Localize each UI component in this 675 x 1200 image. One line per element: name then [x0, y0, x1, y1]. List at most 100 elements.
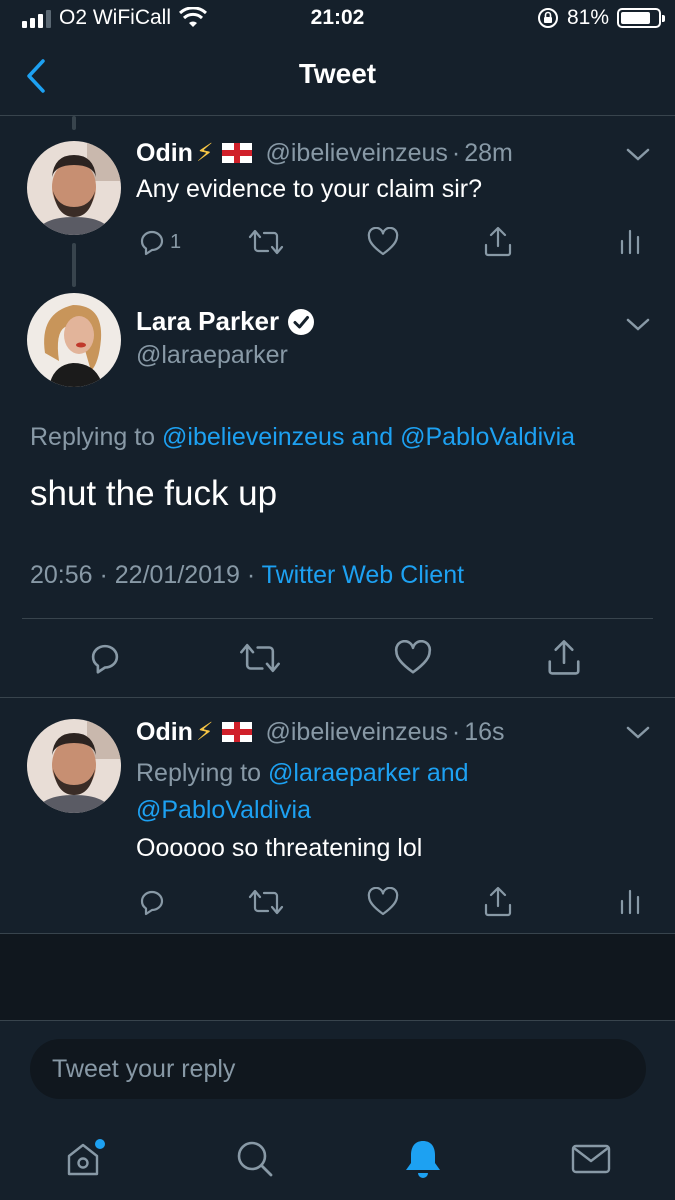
nav-bar: Tweet: [0, 38, 675, 116]
thread-line: [72, 243, 76, 287]
lightning-emoji: ⚡: [195, 139, 214, 167]
like-button[interactable]: [367, 222, 399, 262]
tab-search[interactable]: [232, 1136, 278, 1182]
tab-bar: [0, 1126, 675, 1200]
messages-icon: [571, 1144, 611, 1174]
battery-fill: [621, 12, 651, 24]
orientation-lock-icon: [537, 8, 558, 28]
mention-link[interactable]: @laraeparker: [268, 759, 420, 787]
avatar[interactable]: [27, 141, 121, 235]
replying-prefix: Replying to: [136, 759, 262, 787]
home-icon: [67, 1139, 105, 1176]
chevron-down-icon[interactable]: [624, 146, 652, 164]
replying-and[interactable]: and: [351, 423, 393, 451]
mention-link[interactable]: @PabloValdivia: [136, 796, 311, 824]
tweet-header: Odin ⚡ @ibelieveinzeus · 28m: [136, 138, 513, 168]
reply-button[interactable]: [86, 638, 124, 678]
bottom-area: [0, 1020, 675, 1200]
mention-link[interactable]: @ibelieveinzeus: [162, 423, 344, 451]
battery-icon: [617, 8, 665, 28]
retweet-button[interactable]: [248, 222, 284, 262]
tab-messages[interactable]: [568, 1136, 614, 1182]
author-name[interactable]: Odin: [136, 718, 193, 747]
tweet-time: 28m: [464, 138, 513, 167]
tweet-meta: 20:56 · 22/01/2019 · Twitter Web Client: [30, 561, 464, 590]
analytics-icon: [620, 229, 640, 255]
replying-prefix: Replying to: [30, 423, 156, 451]
notifications-icon: [406, 1141, 440, 1178]
reply-input[interactable]: [30, 1039, 646, 1099]
screen: O2 WiFiCall 21:02 81% Tweet Odin ⚡ @ibel…: [0, 0, 675, 1200]
search-icon: [237, 1141, 273, 1177]
england-flag-icon: [221, 143, 252, 163]
share-icon: [484, 886, 512, 917]
tweet-header: Lara Parker: [136, 306, 315, 337]
status-bar: O2 WiFiCall 21:02 81%: [0, 0, 675, 38]
main-tweet-actions: [86, 638, 596, 678]
analytics-button[interactable]: [618, 222, 642, 262]
reply-icon: [140, 890, 164, 916]
retweet-icon: [248, 229, 284, 255]
author-name[interactable]: Odin: [136, 139, 193, 168]
reply-count: 1: [170, 230, 182, 253]
chevron-down-icon[interactable]: [624, 316, 652, 334]
tab-notifications[interactable]: [400, 1136, 446, 1182]
retweet-icon: [248, 889, 284, 915]
reply-button[interactable]: 1: [136, 222, 181, 262]
author-handle[interactable]: @laraeparker: [136, 341, 288, 370]
tweet-timestamp: 20:56 · 22/01/2019 ·: [30, 561, 256, 589]
status-right: 81%: [537, 6, 665, 30]
analytics-button[interactable]: [618, 882, 642, 922]
tweet-text: Oooooo so threatening lol: [136, 834, 423, 862]
author-handle[interactable]: @ibelieveinzeus: [266, 718, 448, 747]
avatar[interactable]: [27, 293, 121, 387]
separator-dot: ·: [451, 717, 461, 746]
thread-line: [72, 116, 76, 130]
reply-button[interactable]: [136, 882, 168, 922]
tweet-actions: 1: [136, 222, 646, 262]
replying-to: Replying to @laraeparker and @PabloValdi…: [136, 755, 516, 829]
chevron-down-icon[interactable]: [624, 724, 652, 742]
divider: [22, 618, 653, 619]
like-button[interactable]: [394, 638, 432, 678]
reply-icon: [91, 644, 119, 674]
share-button[interactable]: [482, 882, 514, 922]
england-flag-icon: [221, 722, 252, 742]
retweet-icon: [240, 643, 280, 673]
separator-dot: ·: [451, 138, 461, 167]
lightning-emoji: ⚡: [195, 718, 214, 746]
avatar-odin-image: [27, 719, 121, 813]
tweet-time: 16s: [464, 717, 505, 746]
like-icon: [367, 227, 399, 256]
like-icon: [367, 887, 399, 916]
avatar-lara-image: [27, 293, 121, 387]
author-name[interactable]: Lara Parker: [136, 306, 279, 337]
replying-and[interactable]: and: [427, 759, 469, 787]
retweet-button[interactable]: [239, 638, 281, 678]
like-icon: [394, 640, 432, 674]
tweet-text: shut the fuck up: [30, 474, 278, 513]
analytics-icon: [620, 889, 640, 915]
share-button[interactable]: [482, 222, 514, 262]
share-button[interactable]: [545, 638, 583, 678]
mention-link[interactable]: @PabloValdivia: [400, 423, 575, 451]
tweet-text: Any evidence to your claim sir?: [136, 175, 482, 203]
author-handle[interactable]: @ibelieveinzeus: [266, 139, 448, 168]
share-icon: [548, 640, 580, 675]
like-button[interactable]: [367, 882, 399, 922]
replying-to: Replying to @ibelieveinzeus and @PabloVa…: [30, 423, 575, 452]
share-icon: [484, 226, 512, 257]
client-link[interactable]: Twitter Web Client: [262, 561, 464, 589]
retweet-button[interactable]: [248, 882, 284, 922]
empty-space: [0, 934, 675, 1020]
reply-icon: [140, 230, 164, 256]
avatar[interactable]: [27, 719, 121, 813]
verified-icon: [288, 308, 315, 335]
tweet-header: Odin ⚡ @ibelieveinzeus · 16s: [136, 717, 505, 747]
battery-percent: 81%: [566, 6, 609, 29]
tweet-actions: [136, 882, 646, 922]
page-title: Tweet: [298, 58, 377, 89]
tab-home[interactable]: [62, 1136, 108, 1182]
divider: [0, 697, 675, 698]
avatar-odin-image: [27, 141, 121, 235]
